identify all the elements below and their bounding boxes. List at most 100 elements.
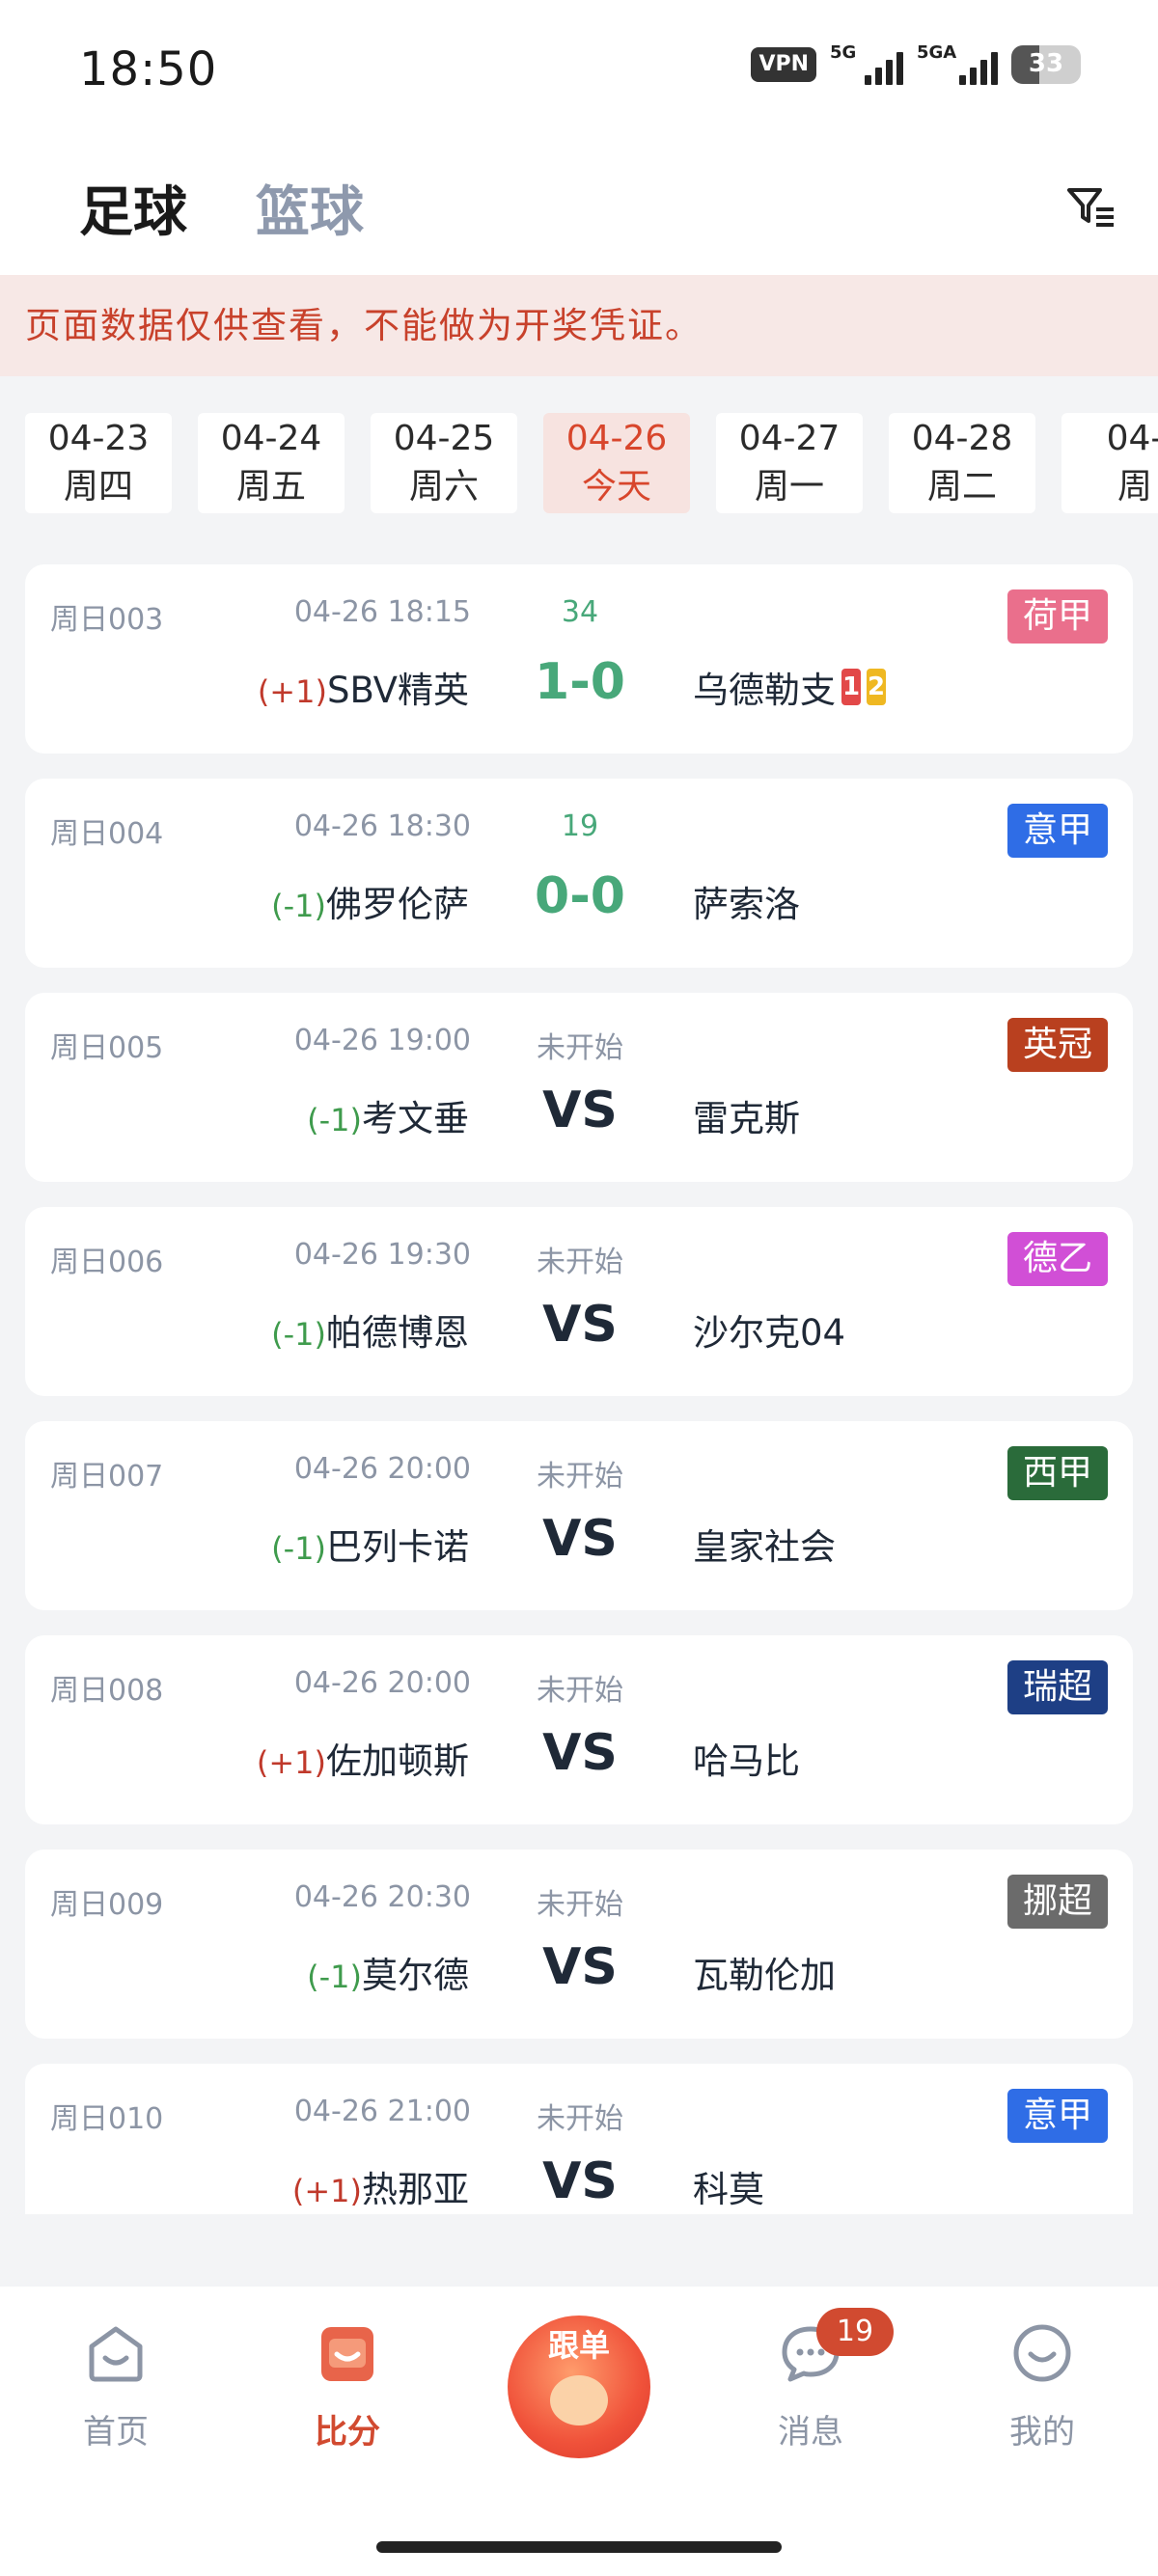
away-team: 瓦勒伦加 xyxy=(693,1946,836,1998)
match-card[interactable]: 周日003 04-26 18:15 34 荷甲 (+1)SBV精英 1-0 乌德… xyxy=(25,564,1133,754)
nav-score[interactable]: 比分 xyxy=(270,2319,425,2453)
nav-messages-label: 消息 xyxy=(778,2413,843,2452)
away-team-name: 沙尔克04 xyxy=(693,1312,846,1354)
kickoff-time: 04-26 18:30 xyxy=(293,809,471,843)
away-team-name: 瓦勒伦加 xyxy=(693,1955,836,1996)
home-team-name: 考文垂 xyxy=(362,1098,469,1139)
kickoff-time: 04-26 18:15 xyxy=(293,595,471,629)
league-badge: 英冠 xyxy=(1006,1018,1108,1072)
home-team: (-1)佛罗伦萨 xyxy=(271,875,469,927)
red-card-count: 1 xyxy=(841,669,861,705)
tab-football[interactable]: 足球 xyxy=(79,169,187,247)
filter-icon[interactable] xyxy=(1062,178,1119,236)
match-status: 未开始 xyxy=(537,1246,623,1279)
handicap: (+1) xyxy=(291,2173,362,2209)
versus-label: VS xyxy=(542,1938,618,1996)
handicap: (-1) xyxy=(307,1959,362,1995)
match-minute: 19 xyxy=(561,809,599,843)
versus-label: VS xyxy=(542,2152,618,2210)
tab-basketball[interactable]: 篮球 xyxy=(256,169,364,247)
match-card[interactable]: 周日009 04-26 20:30 未开始 挪超 (-1)莫尔德 VS 瓦勒伦加 xyxy=(25,1850,1133,2039)
home-team: (+1)SBV精英 xyxy=(258,661,469,713)
match-card[interactable]: 周日006 04-26 19:30 未开始 德乙 (-1)帕德博恩 VS 沙尔克… xyxy=(25,1207,1133,1396)
home-team-name: 巴列卡诺 xyxy=(326,1526,469,1568)
bottom-nav: 首页 比分 跟单 消息 19 我的 xyxy=(0,2287,1158,2576)
match-score: 1-0 xyxy=(535,653,625,711)
versus-label: VS xyxy=(542,1296,618,1354)
battery-level: 33 xyxy=(1028,49,1064,78)
follow-bet-button[interactable]: 跟单 xyxy=(508,2316,650,2458)
vpn-icon: VPN xyxy=(751,47,816,82)
match-code: 周日008 xyxy=(50,1674,164,1708)
follow-bet-label: 跟单 xyxy=(547,2327,610,2364)
away-team-name: 雷克斯 xyxy=(693,1098,800,1139)
versus-label: VS xyxy=(542,1724,618,1782)
sport-tabs: 足球 篮球 xyxy=(0,140,1158,275)
home-team: (-1)考文垂 xyxy=(307,1089,469,1141)
match-code: 周日010 xyxy=(50,2102,164,2136)
home-team-name: SBV精英 xyxy=(326,670,469,711)
match-card[interactable]: 周日004 04-26 18:30 19 意甲 (-1)佛罗伦萨 0-0 萨索洛 xyxy=(25,779,1133,968)
league-badge: 瑞超 xyxy=(1006,1660,1108,1714)
away-team: 乌德勒支 1 2 xyxy=(693,661,886,713)
match-code: 周日009 xyxy=(50,1888,164,1922)
handicap: (+1) xyxy=(256,1744,326,1781)
signal-icon-sim2: 5GA xyxy=(917,42,998,85)
home-icon xyxy=(89,2326,143,2382)
away-team: 雷克斯 xyxy=(693,1089,800,1141)
match-status: 未开始 xyxy=(537,1460,623,1494)
league-badge: 意甲 xyxy=(1006,804,1108,858)
nav-home[interactable]: 首页 xyxy=(39,2319,193,2453)
home-team: (+1)佐加顿斯 xyxy=(257,1732,469,1784)
home-team-name: 佐加顿斯 xyxy=(326,1740,469,1782)
mascot-icon xyxy=(550,2375,608,2425)
date-tab[interactable]: 04- 周 xyxy=(1062,413,1158,513)
away-team-name: 科莫 xyxy=(693,2169,764,2210)
match-minute: 34 xyxy=(561,595,599,629)
league-badge: 意甲 xyxy=(1006,2089,1108,2143)
versus-label: VS xyxy=(542,1082,618,1139)
league-badge: 德乙 xyxy=(1006,1232,1108,1286)
match-status: 未开始 xyxy=(537,1674,623,1708)
handicap: (+1) xyxy=(257,673,327,710)
away-team: 科莫 xyxy=(693,2160,764,2212)
match-card[interactable]: 周日005 04-26 19:00 未开始 英冠 (-1)考文垂 VS 雷克斯 xyxy=(25,993,1133,1182)
home-team-name: 莫尔德 xyxy=(362,1955,469,1996)
match-list: 周日003 04-26 18:15 34 荷甲 (+1)SBV精英 1-0 乌德… xyxy=(25,564,1133,2214)
sim1-label: 5G xyxy=(830,42,857,63)
match-score: 0-0 xyxy=(535,867,625,925)
match-card[interactable]: 周日008 04-26 20:00 未开始 瑞超 (+1)佐加顿斯 VS 哈马比 xyxy=(25,1635,1133,1824)
home-team: (-1)莫尔德 xyxy=(307,1946,469,1998)
date-tab[interactable]: 04-24 周五 xyxy=(198,413,345,513)
disclaimer-banner: 页面数据仅供查看，不能做为开奖凭证。 xyxy=(0,275,1158,376)
status-icons: VPN 5G 5GA 33 xyxy=(751,42,1081,85)
handicap: (-1) xyxy=(307,1102,362,1138)
date-tab-today[interactable]: 04-26 今天 xyxy=(543,413,690,513)
nav-mine[interactable]: 我的 xyxy=(965,2319,1119,2453)
home-indicator[interactable] xyxy=(376,2541,782,2553)
home-team-name: 帕德博恩 xyxy=(326,1312,469,1354)
match-status: 未开始 xyxy=(537,1888,623,1922)
match-code: 周日006 xyxy=(50,1246,164,1279)
status-bar: 18:50 VPN 5G 5GA 33 xyxy=(0,0,1158,140)
kickoff-time: 04-26 20:30 xyxy=(293,1880,471,1914)
date-tab[interactable]: 04-25 周六 xyxy=(371,413,517,513)
score-icon xyxy=(321,2327,373,2381)
handicap: (-1) xyxy=(271,888,326,924)
date-selector: 04-23 周四 04-24 周五 04-25 周六 04-26 今天 04-27 周一 … xyxy=(0,376,1158,540)
date-tab[interactable]: 04-28 周二 xyxy=(889,413,1035,513)
home-team: (-1)帕德博恩 xyxy=(271,1303,469,1356)
signal-icon-sim1: 5G xyxy=(830,42,903,85)
unread-count-badge: 19 xyxy=(816,2308,894,2356)
match-card[interactable]: 周日010 04-26 21:00 未开始 意甲 (+1)热那亚 VS 科莫 xyxy=(25,2064,1133,2214)
sim2-label: 5GA xyxy=(917,42,957,63)
battery-icon: 33 xyxy=(1011,45,1081,84)
away-team-name: 萨索洛 xyxy=(693,884,800,925)
match-card[interactable]: 周日007 04-26 20:00 未开始 西甲 (-1)巴列卡诺 VS 皇家社… xyxy=(25,1421,1133,1610)
home-team-name: 佛罗伦萨 xyxy=(326,884,469,925)
match-code: 周日003 xyxy=(50,603,164,637)
date-tab[interactable]: 04-27 周一 xyxy=(716,413,863,513)
match-code: 周日004 xyxy=(50,817,164,851)
date-tab[interactable]: 04-23 周四 xyxy=(25,413,172,513)
league-badge: 西甲 xyxy=(1006,1446,1108,1500)
